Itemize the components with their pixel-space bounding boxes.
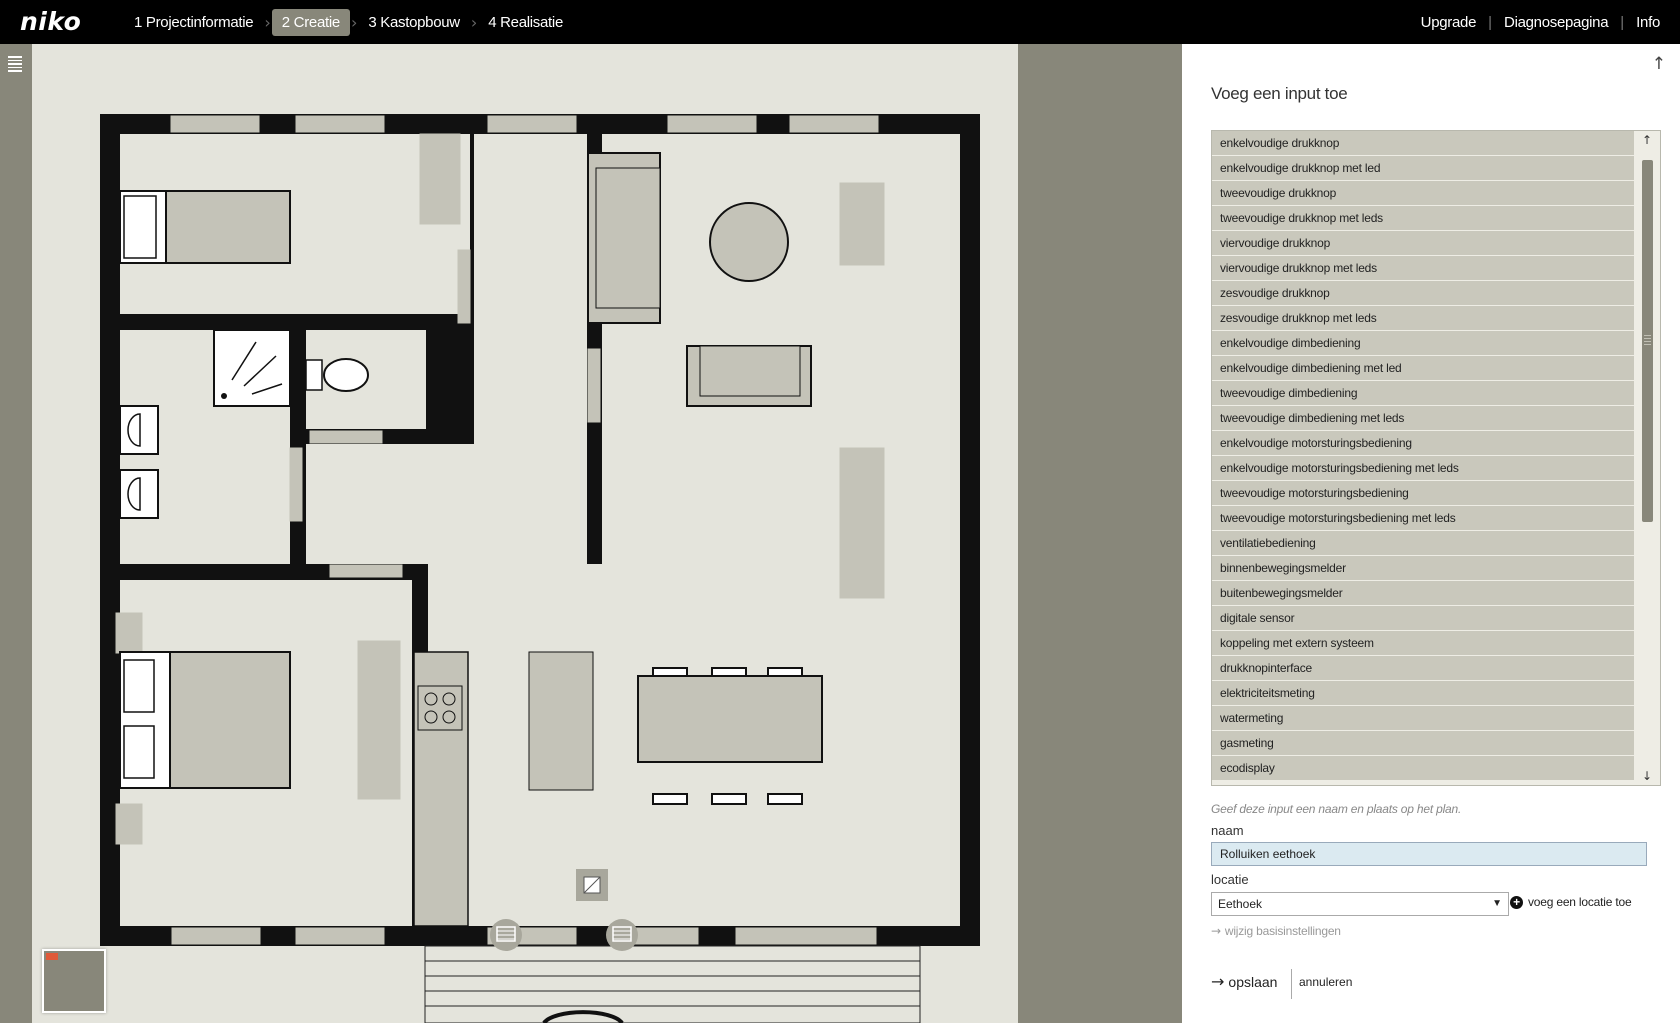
list-item[interactable]: koppeling met extern systeem: [1212, 631, 1634, 655]
list-item[interactable]: ventilatiebediening: [1212, 531, 1634, 555]
minimap-thumbnail[interactable]: [42, 949, 106, 1013]
link-separator: |: [1620, 13, 1625, 31]
list-item[interactable]: binnenbewegingsmelder: [1212, 556, 1634, 580]
divider: [1291, 969, 1292, 999]
list-item[interactable]: viervoudige drukknop met leds: [1212, 256, 1634, 280]
panel-title: Voeg een input toe: [1211, 84, 1348, 103]
step-realisatie[interactable]: 4 Realisatie: [478, 9, 573, 36]
list-item[interactable]: elektriciteitsmeting: [1212, 681, 1634, 705]
list-item[interactable]: tweevoudige drukknop met leds: [1212, 206, 1634, 230]
list-item[interactable]: gasmeting: [1212, 731, 1634, 755]
cancel-button[interactable]: annuleren: [1299, 975, 1352, 989]
add-location-button[interactable]: + voeg een locatie toe: [1510, 895, 1632, 909]
plus-icon: +: [1510, 895, 1523, 909]
list-menu-icon[interactable]: [8, 56, 22, 74]
list-item[interactable]: tweevoudige motorsturingsbediening met l…: [1212, 506, 1634, 530]
link-separator: |: [1488, 13, 1493, 31]
locatie-label: locatie: [1211, 872, 1249, 887]
save-label: opslaan: [1228, 974, 1278, 990]
naam-label: naam: [1211, 823, 1244, 838]
list-item[interactable]: tweevoudige drukknop: [1212, 181, 1634, 205]
input-type-list[interactable]: enkelvoudige drukknop enkelvoudige drukk…: [1211, 130, 1661, 786]
chevron-right-icon: ›: [264, 12, 271, 32]
list-item[interactable]: buitenbewegingsmelder: [1212, 581, 1634, 605]
floor-plan-canvas[interactable]: [32, 44, 1018, 1023]
top-bar: niko 1 Projectinformatie › 2 Creatie › 3…: [0, 0, 1680, 44]
wizard-steps: 1 Projectinformatie › 2 Creatie › 3 Kast…: [124, 0, 573, 44]
input-panel: ↑ Voeg een input toe enkelvoudige drukkn…: [1182, 44, 1680, 1023]
info-link[interactable]: Info: [1636, 14, 1660, 31]
left-toolbar: [0, 44, 32, 1023]
step-creatie[interactable]: 2 Creatie: [271, 8, 350, 36]
locatie-select[interactable]: Eethoek ▼: [1211, 892, 1509, 916]
list-item[interactable]: viervoudige drukknop: [1212, 231, 1634, 255]
list-item[interactable]: enkelvoudige motorsturingsbediening met …: [1212, 456, 1634, 480]
chevron-right-icon: ›: [350, 12, 358, 32]
top-links: Upgrade | Diagnosepagina | Info: [1421, 0, 1661, 44]
save-button[interactable]: → opslaan: [1211, 972, 1277, 991]
list-item[interactable]: enkelvoudige dimbediening met led: [1212, 356, 1634, 380]
list-item[interactable]: tweevoudige dimbediening: [1212, 381, 1634, 405]
list-item[interactable]: enkelvoudige dimbediening: [1212, 331, 1634, 355]
list-item[interactable]: zesvoudige drukknop: [1212, 281, 1634, 305]
hint-text: Geef deze input een naam en plaats op he…: [1211, 802, 1462, 816]
list-item[interactable]: zesvoudige drukknop met leds: [1212, 306, 1634, 330]
upgrade-link[interactable]: Upgrade: [1421, 14, 1477, 31]
locatie-value: Eethoek: [1218, 897, 1263, 911]
list-item[interactable]: ecodisplay: [1212, 756, 1634, 780]
arrow-right-icon: →: [1211, 924, 1221, 938]
list-item[interactable]: enkelvoudige motorsturingsbediening: [1212, 431, 1634, 455]
list-item[interactable]: digitale sensor: [1212, 606, 1634, 630]
chevron-right-icon: ›: [470, 12, 478, 32]
motor-shutter-icon[interactable]: [606, 919, 638, 951]
add-location-label: voeg een locatie toe: [1528, 895, 1632, 909]
pushbutton-input-icon[interactable]: [576, 869, 608, 901]
arrow-up-icon[interactable]: ↑: [1642, 133, 1652, 147]
settings-link-label: wijzig basisinstellingen: [1224, 924, 1341, 938]
grip-icon: [1644, 335, 1651, 347]
list-item[interactable]: tweevoudige motorsturingsbediening: [1212, 481, 1634, 505]
step-projectinformatie[interactable]: 1 Projectinformatie: [124, 9, 263, 36]
diagnosepagina-link[interactable]: Diagnosepagina: [1504, 14, 1609, 31]
list-scrollbar[interactable]: ↑ ↓: [1636, 131, 1660, 785]
motor-shutter-icon[interactable]: [490, 919, 522, 951]
list-item[interactable]: drukknopinterface: [1212, 656, 1634, 680]
list-item[interactable]: watermeting: [1212, 706, 1634, 730]
naam-input[interactable]: [1211, 842, 1647, 866]
arrow-right-icon: →: [1211, 972, 1225, 991]
list-item[interactable]: enkelvoudige drukknop met led: [1212, 156, 1634, 180]
step-kastopbouw[interactable]: 3 Kastopbouw: [358, 9, 469, 36]
floor-plan: [100, 114, 980, 1023]
caret-down-icon: ▼: [1492, 898, 1502, 909]
list-item[interactable]: tweevoudige dimbediening met leds: [1212, 406, 1634, 430]
arrow-up-icon[interactable]: ↑: [1652, 54, 1666, 74]
arrow-down-icon[interactable]: ↓: [1642, 769, 1652, 783]
settings-link[interactable]: → wijzig basisinstellingen: [1211, 924, 1341, 938]
niko-logo[interactable]: niko: [20, 7, 81, 36]
canvas-margin: [1018, 44, 1182, 1023]
list-item[interactable]: enkelvoudige drukknop: [1212, 131, 1634, 155]
